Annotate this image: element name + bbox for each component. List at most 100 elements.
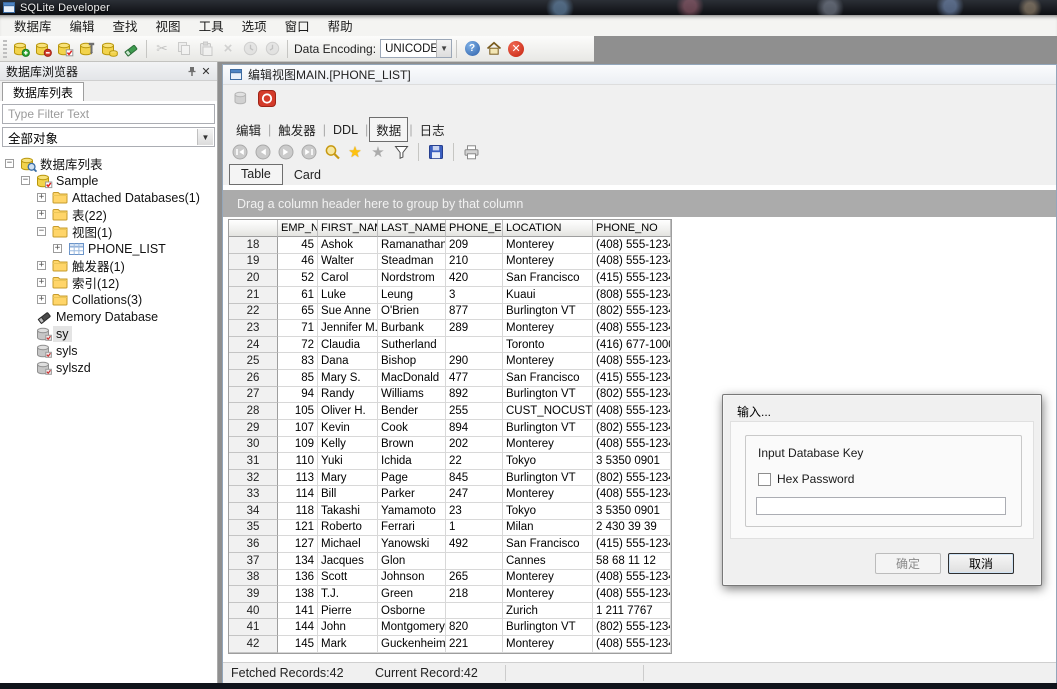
cell-emp_no[interactable]: 109 xyxy=(278,437,318,454)
cell-phone_no[interactable]: (408) 555-1234 xyxy=(593,437,671,454)
close-database-icon[interactable] xyxy=(32,38,54,60)
group-by-bar[interactable]: Drag a column header here to group by th… xyxy=(223,190,1056,217)
cell-phone_ext[interactable]: 894 xyxy=(446,420,503,437)
cell-emp_no[interactable]: 65 xyxy=(278,304,318,321)
cell-location[interactable]: Cannes xyxy=(503,553,593,570)
home-icon[interactable] xyxy=(483,38,505,60)
cell-emp_no[interactable]: 114 xyxy=(278,486,318,503)
cell-location[interactable]: San Francisco xyxy=(503,536,593,553)
cell-first_name[interactable]: Roberto xyxy=(318,520,378,537)
tree-item-syls[interactable]: syls xyxy=(0,342,217,359)
redo-icon[interactable] xyxy=(261,38,283,60)
cell-phone_ext[interactable]: 218 xyxy=(446,586,503,603)
tree-item--12-[interactable]: +索引(12) xyxy=(0,274,217,291)
stop-icon[interactable]: ✕ xyxy=(505,38,527,60)
cell-phone_no[interactable]: (408) 555-1234 xyxy=(593,254,671,271)
cell-emp_no[interactable]: 134 xyxy=(278,553,318,570)
tree-expander-icon[interactable]: + xyxy=(53,244,62,253)
tree-expander-icon[interactable]: + xyxy=(37,261,46,270)
cell-emp_no[interactable]: 138 xyxy=(278,586,318,603)
cell-phone_no[interactable]: (408) 555-1234 xyxy=(593,586,671,603)
menu-item[interactable]: 选项 xyxy=(233,14,276,37)
cell-location[interactable]: Monterey xyxy=(503,570,593,587)
cell-last_name[interactable]: Glon xyxy=(378,553,446,570)
tree-item--1-[interactable]: −视图(1) xyxy=(0,223,217,240)
cell-location[interactable]: Monterey xyxy=(503,636,593,653)
table-row[interactable]: 34118TakashiYamamoto23Tokyo3 5350 0901 xyxy=(229,503,671,520)
row-number[interactable]: 23 xyxy=(229,320,278,337)
cell-phone_no[interactable]: (802) 555-1234 xyxy=(593,420,671,437)
column-header-location[interactable]: LOCATION xyxy=(503,220,593,237)
object-type-select[interactable]: 全部对象 ▼ xyxy=(2,127,215,147)
cell-phone_ext[interactable]: 210 xyxy=(446,254,503,271)
tree-expander-icon[interactable]: − xyxy=(37,227,46,236)
cell-phone_ext[interactable] xyxy=(446,603,503,620)
cell-phone_ext[interactable]: 845 xyxy=(446,470,503,487)
row-number[interactable]: 28 xyxy=(229,403,278,420)
cell-first_name[interactable]: Jennifer M. xyxy=(318,320,378,337)
filter-input[interactable] xyxy=(2,104,215,124)
cell-location[interactable]: CUST_NOCUSTOME xyxy=(503,403,593,420)
cell-phone_no[interactable]: (415) 555-1234 xyxy=(593,536,671,553)
filter-icon[interactable] xyxy=(391,142,411,162)
cell-location[interactable]: Monterey xyxy=(503,254,593,271)
cell-phone_ext[interactable]: 492 xyxy=(446,536,503,553)
cell-phone_no[interactable]: (802) 555-1234 xyxy=(593,470,671,487)
cell-emp_no[interactable]: 52 xyxy=(278,270,318,287)
cell-phone_ext[interactable]: 290 xyxy=(446,353,503,370)
cell-last_name[interactable]: Guckenheimer xyxy=(378,636,446,653)
cell-last_name[interactable]: Bishop xyxy=(378,353,446,370)
tree-expander-icon[interactable]: + xyxy=(37,295,46,304)
cell-location[interactable]: Tokyo xyxy=(503,453,593,470)
data-encoding-select[interactable]: UNICODE ▼ xyxy=(380,39,452,58)
cell-phone_ext[interactable]: 892 xyxy=(446,387,503,404)
cell-phone_ext[interactable]: 420 xyxy=(446,270,503,287)
cell-first_name[interactable]: Mary xyxy=(318,470,378,487)
cell-first_name[interactable]: Dana xyxy=(318,353,378,370)
row-number[interactable]: 31 xyxy=(229,453,278,470)
row-number[interactable]: 30 xyxy=(229,437,278,454)
database-key-input[interactable] xyxy=(756,497,1006,515)
row-number[interactable]: 37 xyxy=(229,553,278,570)
cell-phone_no[interactable]: (408) 555-1234 xyxy=(593,353,671,370)
tree-expander-icon[interactable]: + xyxy=(37,278,46,287)
table-row[interactable]: 2583DanaBishop290Monterey(408) 555-1234 xyxy=(229,353,671,370)
cell-last_name[interactable]: MacDonald xyxy=(378,370,446,387)
cell-phone_no[interactable]: (415) 555-1234 xyxy=(593,370,671,387)
cell-phone_ext[interactable]: 209 xyxy=(446,237,503,254)
help-icon[interactable]: ? xyxy=(461,38,483,60)
menu-item[interactable]: 工具 xyxy=(190,14,233,37)
cell-location[interactable]: Burlington VT xyxy=(503,387,593,404)
cell-phone_ext[interactable]: 265 xyxy=(446,570,503,587)
tree-item-memory-database[interactable]: Memory Database xyxy=(0,308,217,325)
table-row[interactable]: 2161LukeLeung3Kuaui(808) 555-1234 xyxy=(229,287,671,304)
cell-location[interactable]: Milan xyxy=(503,520,593,537)
cell-phone_ext[interactable] xyxy=(446,553,503,570)
cell-first_name[interactable]: Luke xyxy=(318,287,378,304)
table-row[interactable]: 39138T.J.Green218Monterey(408) 555-1234 xyxy=(229,586,671,603)
table-row[interactable]: 2371Jennifer M.Burbank289Monterey(408) 5… xyxy=(229,320,671,337)
cell-phone_ext[interactable]: 221 xyxy=(446,636,503,653)
table-row[interactable]: 37134JacquesGlonCannes58 68 11 12 xyxy=(229,553,671,570)
cell-last_name[interactable]: O'Brien xyxy=(378,304,446,321)
copy-icon[interactable] xyxy=(173,38,195,60)
ok-button[interactable]: 确定 xyxy=(875,553,941,574)
row-number[interactable]: 18 xyxy=(229,237,278,254)
cell-emp_no[interactable]: 72 xyxy=(278,337,318,354)
cell-first_name[interactable]: Ashok xyxy=(318,237,378,254)
column-header-phone_ext[interactable]: PHONE_EXT xyxy=(446,220,503,237)
menu-item[interactable]: 窗口 xyxy=(276,14,319,37)
column-header-first_name[interactable]: FIRST_NAME xyxy=(318,220,378,237)
row-number[interactable]: 35 xyxy=(229,520,278,537)
cell-emp_no[interactable]: 46 xyxy=(278,254,318,271)
cell-first_name[interactable]: Oliver H. xyxy=(318,403,378,420)
cell-first_name[interactable]: Kelly xyxy=(318,437,378,454)
row-number[interactable]: 21 xyxy=(229,287,278,304)
cell-emp_no[interactable]: 61 xyxy=(278,287,318,304)
table-row[interactable]: 1946WalterSteadman210Monterey(408) 555-1… xyxy=(229,254,671,271)
cell-emp_no[interactable]: 113 xyxy=(278,470,318,487)
cell-last_name[interactable]: Bender xyxy=(378,403,446,420)
cell-phone_no[interactable]: 58 68 11 12 xyxy=(593,553,671,570)
cell-emp_no[interactable]: 136 xyxy=(278,570,318,587)
cell-emp_no[interactable]: 83 xyxy=(278,353,318,370)
